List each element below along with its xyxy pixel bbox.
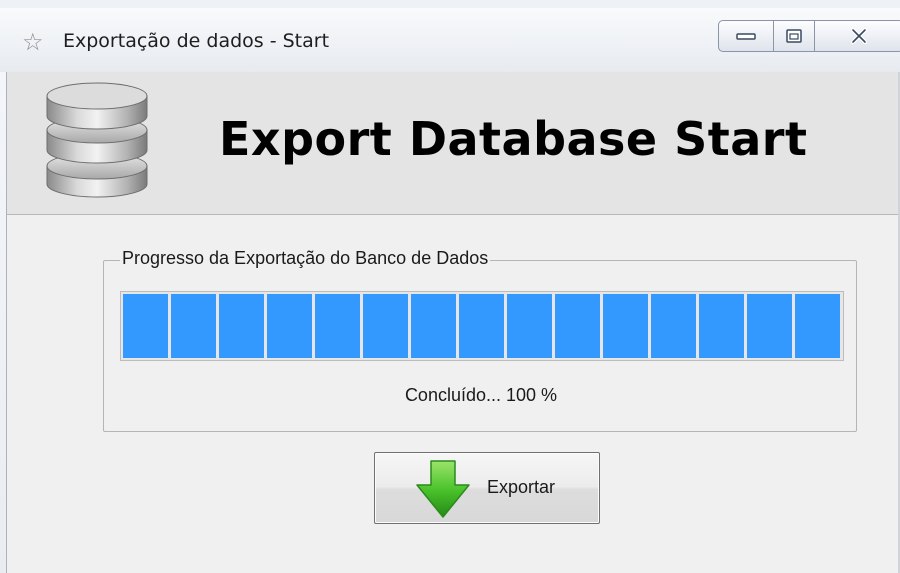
close-icon	[851, 28, 867, 44]
client-area: Export Database Start Progresso da Expor…	[6, 72, 900, 573]
progress-segment	[411, 294, 456, 358]
database-icon	[46, 82, 148, 198]
minimize-button[interactable]	[718, 20, 774, 52]
star-icon: ☆	[22, 28, 44, 56]
desktop-strip	[0, 0, 900, 8]
progress-segment	[747, 294, 792, 358]
export-button-label: Exportar	[487, 477, 556, 497]
header-panel: Export Database Start	[7, 72, 900, 215]
progress-segment	[603, 294, 648, 358]
export-button[interactable]: Exportar	[374, 452, 600, 524]
progress-segment	[459, 294, 504, 358]
progress-bar	[120, 291, 844, 361]
progress-segment	[315, 294, 360, 358]
app-window: ☆ Exportação de dados - Start Export Dat…	[0, 8, 900, 573]
progress-segment	[267, 294, 312, 358]
maximize-icon	[786, 29, 802, 43]
progress-segment	[651, 294, 696, 358]
maximize-button[interactable]	[773, 20, 815, 52]
progress-segment	[507, 294, 552, 358]
progress-segment	[699, 294, 744, 358]
window-title: Exportação de dados - Start	[63, 30, 330, 52]
down-arrow-icon	[416, 460, 470, 518]
caption-buttons	[718, 20, 900, 54]
groupbox-legend: Progresso da Exportação do Banco de Dado…	[120, 248, 491, 269]
progress-segment	[363, 294, 408, 358]
title-bar[interactable]: ☆ Exportação de dados - Start	[0, 8, 900, 72]
progress-status-text: Concluído... 100 %	[404, 385, 558, 405]
progress-segment	[219, 294, 264, 358]
page-title: Export Database Start	[219, 112, 808, 166]
progress-segment	[123, 294, 168, 358]
minimize-icon	[736, 33, 756, 40]
progress-groupbox: Progresso da Exportação do Banco de Dado…	[103, 248, 857, 432]
progress-segment	[171, 294, 216, 358]
progress-segment	[795, 294, 840, 358]
close-button[interactable]	[814, 20, 900, 52]
progress-fill	[123, 294, 840, 358]
progress-segment	[555, 294, 600, 358]
